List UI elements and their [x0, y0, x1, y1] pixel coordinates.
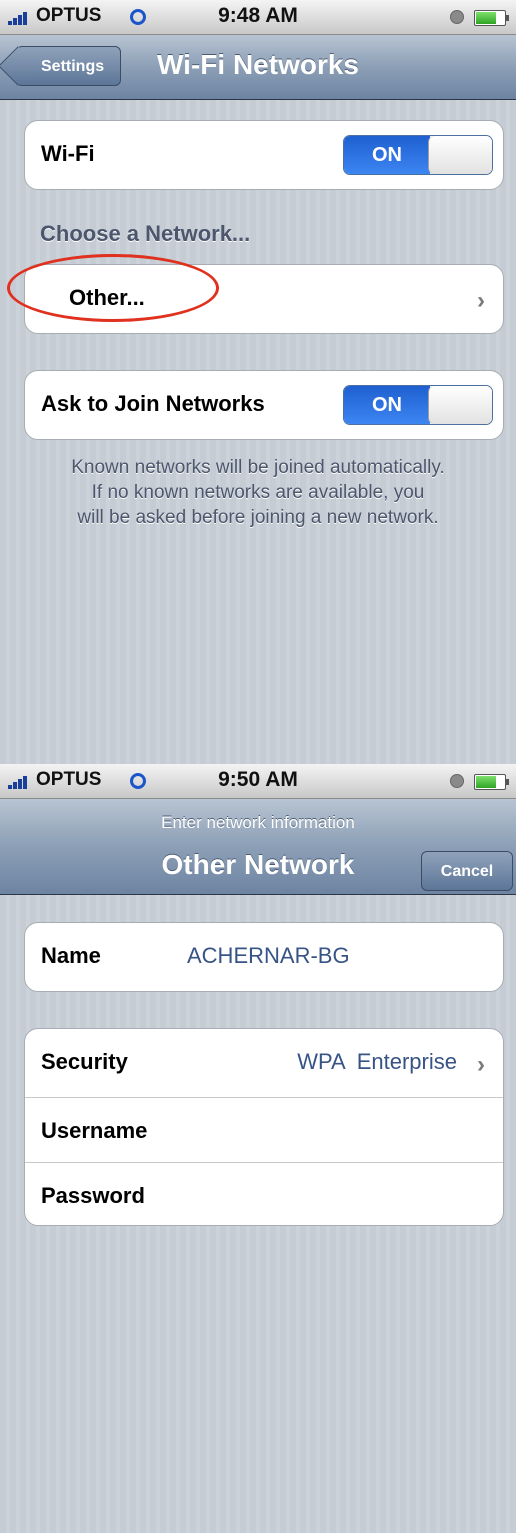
security-label: Security [41, 1049, 128, 1074]
ask-join-group: Ask to Join Networks ON [24, 370, 504, 440]
status-time: 9:50 AM [218, 768, 298, 791]
chevron-right-icon: › [477, 287, 485, 314]
name-field[interactable]: ACHERNAR-BG [187, 943, 350, 969]
security-value: WPA Enterprise [297, 1049, 457, 1074]
navigation-bar: Settings Wi-Fi Networks [0, 35, 516, 100]
ask-join-toggle-state: ON [344, 386, 430, 424]
footer-line: will be asked before joining a new netwo… [77, 507, 439, 528]
battery-icon [474, 10, 509, 26]
credentials-group: Security WPA Enterprise › Username Passw… [24, 1028, 504, 1226]
password-label: Password [41, 1183, 145, 1208]
wifi-toggle[interactable]: ON [343, 135, 493, 175]
wifi-networks-screen: OPTUS 9:48 AM Settings Wi-Fi Networks Wi… [0, 0, 516, 764]
name-group: Name ACHERNAR-BG [24, 922, 504, 992]
status-time: 9:48 AM [218, 4, 298, 27]
ask-join-row: Ask to Join Networks ON [25, 371, 503, 439]
wifi-label: Wi-Fi [41, 141, 95, 166]
username-row[interactable]: Username [25, 1097, 503, 1162]
status-bar: OPTUS 9:48 AM [0, 0, 516, 35]
status-bar: OPTUS 9:50 AM [0, 764, 516, 799]
name-row[interactable]: Name ACHERNAR-BG [25, 923, 503, 991]
ask-join-label: Ask to Join Networks [41, 391, 265, 416]
cancel-button[interactable]: Cancel [421, 851, 513, 891]
battery-icon [474, 774, 509, 790]
wifi-toggle-state: ON [344, 136, 430, 174]
ask-join-explanation: Known networks will be joined automatica… [16, 455, 500, 530]
password-row[interactable]: Password [25, 1162, 503, 1225]
footer-line: Known networks will be joined automatica… [71, 457, 445, 478]
footer-line: If no known networks are available, you [91, 482, 425, 503]
name-label: Name [41, 943, 101, 968]
wifi-row: Wi-Fi ON [25, 121, 503, 189]
choose-network-header: Choose a Network... [40, 221, 251, 246]
orientation-lock-icon [450, 10, 464, 24]
other-network-screen: OPTUS 9:50 AM Enter network information … [0, 764, 516, 1533]
chevron-right-icon: › [477, 1051, 485, 1078]
navigation-bar: Enter network information Other Network … [0, 799, 516, 895]
ask-join-toggle[interactable]: ON [343, 385, 493, 425]
orientation-lock-icon [450, 774, 464, 788]
toggle-knob [428, 386, 492, 424]
page-title: Wi-Fi Networks [157, 49, 359, 80]
toggle-knob [428, 136, 492, 174]
username-label: Username [41, 1118, 148, 1143]
wifi-group: Wi-Fi ON [24, 120, 504, 190]
highlight-annotation [7, 254, 219, 322]
nav-prompt: Enter network information [161, 813, 355, 832]
security-row[interactable]: Security WPA Enterprise › [25, 1029, 503, 1097]
